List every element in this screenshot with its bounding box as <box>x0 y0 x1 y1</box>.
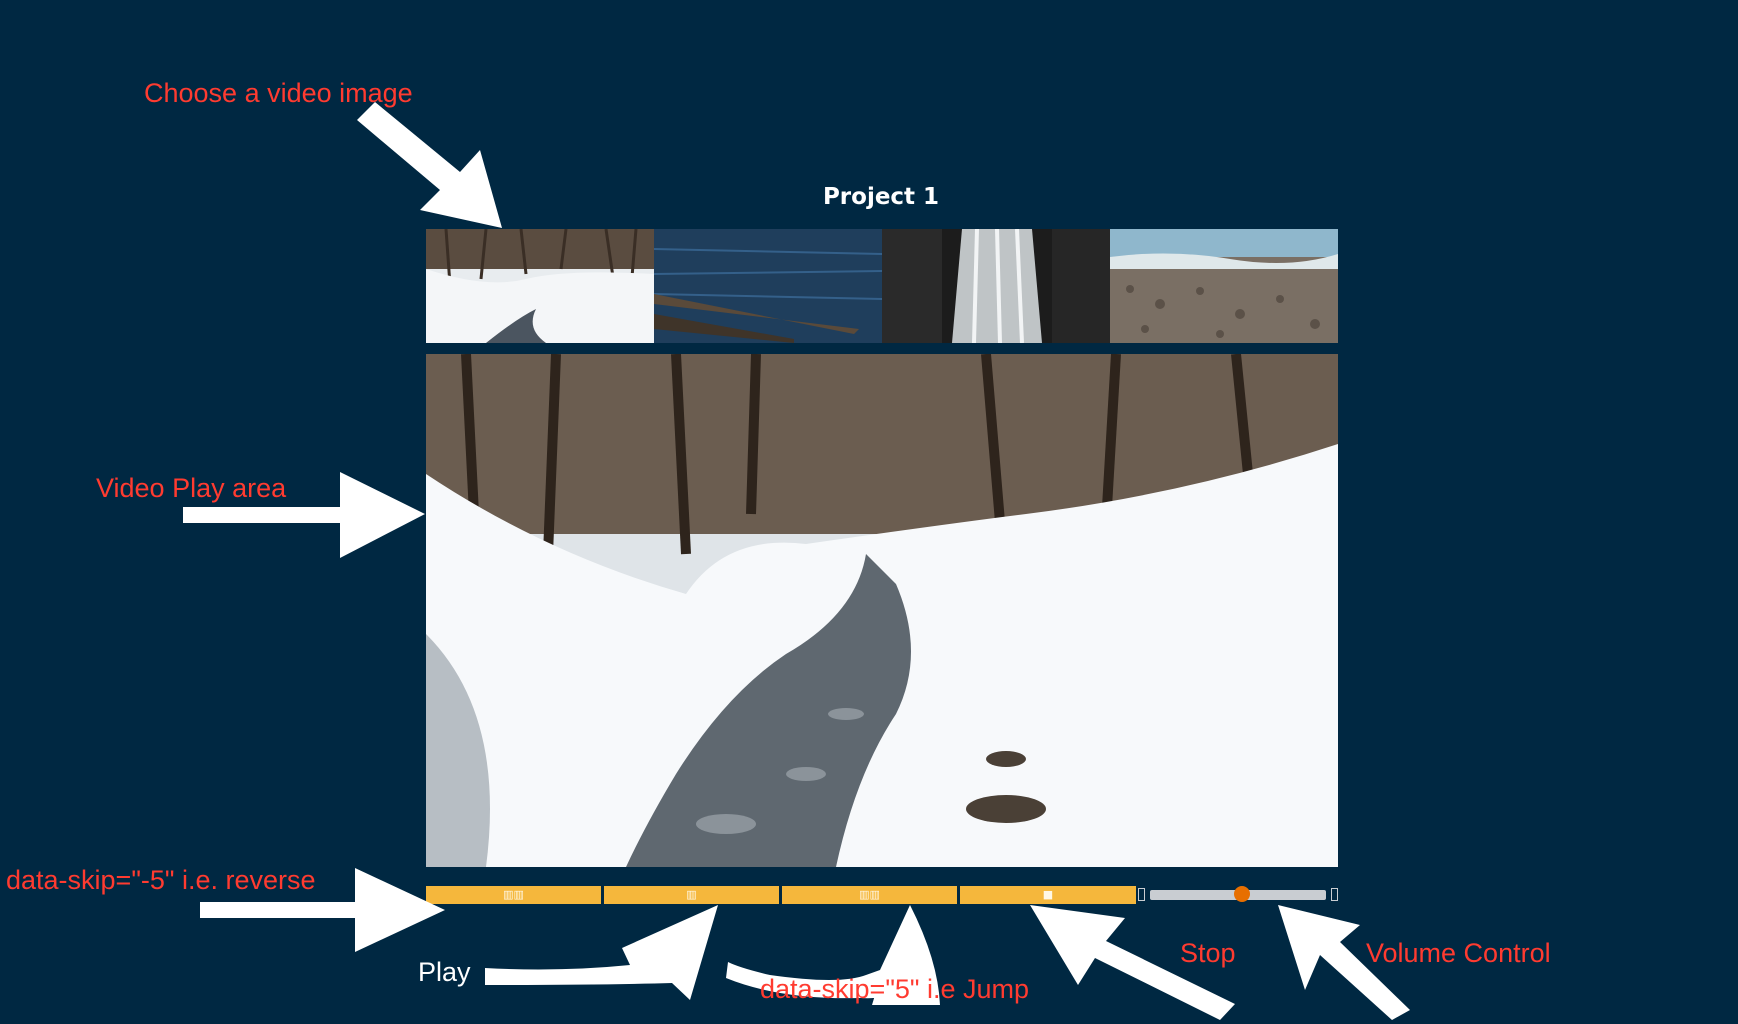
annotation-choose: Choose a video image <box>144 78 413 108</box>
annotation-jump: data-skip="5" i.e Jump <box>760 974 1030 1004</box>
annotation-play: Play <box>418 957 471 987</box>
annotation-volume: Volume Control <box>1366 938 1551 968</box>
annotation-reverse: data-skip="-5" i.e. reverse <box>6 865 316 895</box>
annotation-video-area: Video Play area <box>96 473 287 503</box>
play-arrow <box>485 905 718 1000</box>
annotation-stop: Stop <box>1180 938 1236 968</box>
choose-arrow <box>357 102 502 228</box>
